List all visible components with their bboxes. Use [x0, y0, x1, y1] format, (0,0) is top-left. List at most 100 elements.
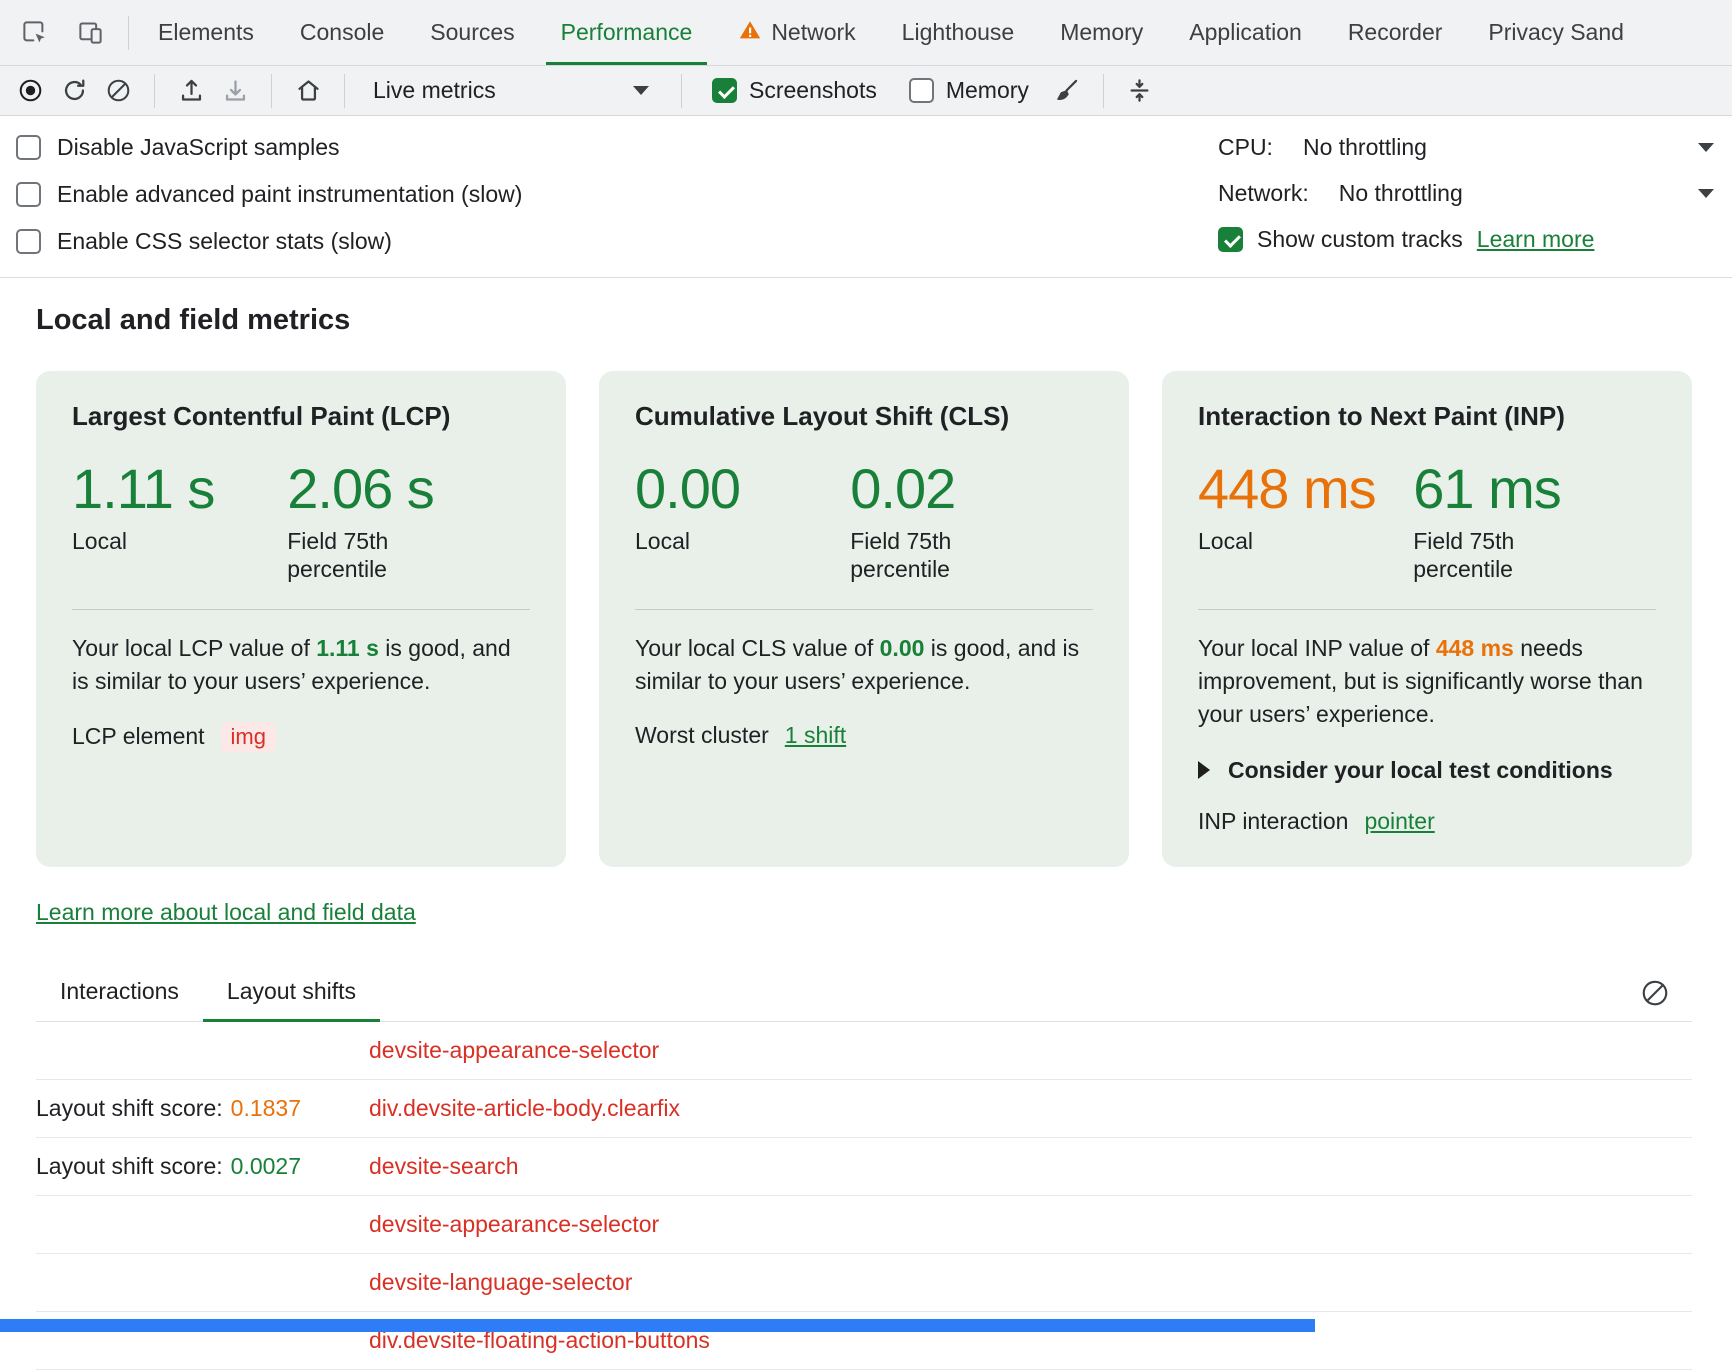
- record-button[interactable]: [12, 73, 48, 109]
- metric-values: 0.00 Local 0.02 Field 75th percentile: [635, 460, 1093, 583]
- live-metrics-log: Interactions Layout shifts devsite-appea…: [36, 972, 1692, 1370]
- card-description: Your local LCP value of 1.11 s is good, …: [72, 632, 530, 698]
- tab-application[interactable]: Application: [1166, 0, 1325, 65]
- local-test-conditions-disclosure[interactable]: Consider your local test conditions: [1198, 757, 1656, 784]
- layout-shift-row[interactable]: Layout shift score: 0.0027 devsite-searc…: [36, 1138, 1692, 1196]
- local-field-data-learn-more-link[interactable]: Learn more about local and field data: [36, 899, 416, 926]
- local-label: Local: [1198, 527, 1413, 555]
- devtools-tabbar: Elements Console Sources Performance Net…: [0, 0, 1732, 66]
- tab-lighthouse[interactable]: Lighthouse: [879, 0, 1038, 65]
- lcp-element-node-link[interactable]: img: [221, 722, 276, 752]
- disable-js-samples-checkbox[interactable]: Disable JavaScript samples: [16, 132, 1218, 163]
- metric-values: 1.11 s Local 2.06 s Field 75th percentil…: [72, 460, 530, 583]
- save-profile-icon[interactable]: [217, 73, 253, 109]
- metric-card-cls: Cumulative Layout Shift (CLS) 0.00 Local…: [599, 371, 1129, 867]
- element-node-link[interactable]: devsite-appearance-selector: [369, 1211, 659, 1238]
- local-metric: 448 ms Local: [1198, 460, 1413, 583]
- panel-mode-select[interactable]: Live metrics: [363, 72, 663, 110]
- cpu-label: CPU:: [1218, 134, 1273, 161]
- show-custom-tracks-checkbox[interactable]: [1218, 227, 1243, 252]
- score-cell: Layout shift score: 0.0027: [36, 1153, 369, 1180]
- metric-cards: Largest Contentful Paint (LCP) 1.11 s Lo…: [36, 371, 1692, 867]
- garbage-collect-icon[interactable]: [1049, 73, 1085, 109]
- element-node-link[interactable]: div.devsite-article-body.clearfix: [369, 1095, 680, 1122]
- tab-sources[interactable]: Sources: [407, 0, 537, 65]
- layout-shift-row[interactable]: devsite-language-selector: [36, 1254, 1692, 1312]
- chevron-down-icon: [1698, 143, 1714, 152]
- toolbar-separator: [344, 74, 345, 108]
- inp-interaction-link[interactable]: pointer: [1364, 808, 1434, 835]
- chevron-down-icon: [633, 86, 649, 95]
- toolbar-separator: [271, 74, 272, 108]
- lcp-element-row: LCP element img: [72, 722, 530, 752]
- layout-shift-row[interactable]: devsite-appearance-selector: [36, 1022, 1692, 1080]
- field-value: 61 ms: [1413, 460, 1561, 519]
- load-profile-icon[interactable]: [173, 73, 209, 109]
- custom-tracks-learn-more-link[interactable]: Learn more: [1477, 226, 1595, 253]
- network-label: Network:: [1218, 180, 1309, 207]
- score-cell: Layout shift score: 0.1837: [36, 1095, 369, 1122]
- card-title: Interaction to Next Paint (INP): [1198, 401, 1656, 432]
- card-divider: [635, 609, 1093, 610]
- log-tabs: Interactions Layout shifts: [36, 972, 1692, 1022]
- collapse-icon[interactable]: [1122, 73, 1158, 109]
- panel-mode-value: Live metrics: [373, 77, 496, 104]
- tab-label: Lighthouse: [902, 19, 1015, 46]
- inspect-element-icon[interactable]: [16, 15, 52, 51]
- capture-settings-right: CPU: No throttling Network: No throttlin…: [1218, 132, 1718, 257]
- layout-shift-row[interactable]: Layout shift score: 0.1837 div.devsite-a…: [36, 1080, 1692, 1138]
- page-title: Local and field metrics: [36, 304, 1692, 337]
- tab-recorder[interactable]: Recorder: [1325, 0, 1466, 65]
- element-node-link[interactable]: devsite-search: [369, 1153, 519, 1180]
- bottom-blue-bar: [0, 1319, 1315, 1332]
- chevron-down-icon: [1698, 189, 1714, 198]
- tab-label: Privacy Sand: [1488, 19, 1624, 46]
- show-custom-tracks-row: Show custom tracks Learn more: [1218, 224, 1714, 255]
- cpu-throttle-select[interactable]: CPU: No throttling: [1218, 132, 1714, 163]
- local-label: Local: [635, 527, 850, 555]
- setting-label: Enable advanced paint instrumentation (s…: [57, 181, 522, 208]
- element-node-link[interactable]: devsite-language-selector: [369, 1269, 632, 1296]
- card-divider: [72, 609, 530, 610]
- layout-shift-row[interactable]: devsite-appearance-selector: [36, 1196, 1692, 1254]
- tab-interactions[interactable]: Interactions: [36, 972, 203, 1021]
- tab-network[interactable]: Network: [715, 0, 878, 65]
- field-label: Field 75th percentile: [1413, 527, 1548, 583]
- field-metric: 61 ms Field 75th percentile: [1413, 460, 1561, 583]
- toolbar-separator: [154, 74, 155, 108]
- tab-privacy-sandbox[interactable]: Privacy Sand: [1465, 0, 1647, 65]
- worst-cluster-link[interactable]: 1 shift: [785, 722, 846, 749]
- tab-label: Interactions: [60, 978, 179, 1004]
- card-title: Largest Contentful Paint (LCP): [72, 401, 530, 432]
- tab-layout-shifts[interactable]: Layout shifts: [203, 972, 380, 1021]
- element-node-link[interactable]: devsite-appearance-selector: [369, 1037, 659, 1064]
- clear-log-icon[interactable]: [1640, 978, 1670, 1011]
- device-toolbar-icon[interactable]: [72, 15, 108, 51]
- checkbox-unchecked-icon: [909, 78, 934, 103]
- show-custom-tracks-label: Show custom tracks: [1257, 226, 1463, 253]
- card-divider: [1198, 609, 1656, 610]
- tab-console[interactable]: Console: [277, 0, 407, 65]
- screenshots-checkbox[interactable]: Screenshots: [700, 77, 889, 104]
- metric-card-inp: Interaction to Next Paint (INP) 448 ms L…: [1162, 371, 1692, 867]
- live-metrics-home-icon[interactable]: [290, 73, 326, 109]
- cpu-value: No throttling: [1303, 134, 1427, 161]
- tab-label: Performance: [561, 19, 693, 46]
- panel-tabs: Elements Console Sources Performance Net…: [135, 0, 1647, 65]
- local-metric: 0.00 Local: [635, 460, 850, 583]
- clear-icon[interactable]: [100, 73, 136, 109]
- local-value: 0.00: [635, 460, 850, 519]
- setting-label: Enable CSS selector stats (slow): [57, 228, 392, 255]
- memory-checkbox[interactable]: Memory: [897, 77, 1041, 104]
- record-and-reload-icon[interactable]: [56, 73, 92, 109]
- local-value: 1.11 s: [72, 460, 287, 519]
- tab-memory[interactable]: Memory: [1037, 0, 1166, 65]
- devtools-window: Elements Console Sources Performance Net…: [0, 0, 1732, 1370]
- css-selector-stats-checkbox[interactable]: Enable CSS selector stats (slow): [16, 226, 1218, 257]
- score-label: Layout shift score:: [36, 1095, 223, 1122]
- tab-elements[interactable]: Elements: [135, 0, 277, 65]
- network-throttle-select[interactable]: Network: No throttling: [1218, 178, 1714, 209]
- advanced-paint-instrumentation-checkbox[interactable]: Enable advanced paint instrumentation (s…: [16, 179, 1218, 210]
- card-description: Your local CLS value of 0.00 is good, an…: [635, 632, 1093, 698]
- tab-performance[interactable]: Performance: [538, 0, 716, 65]
